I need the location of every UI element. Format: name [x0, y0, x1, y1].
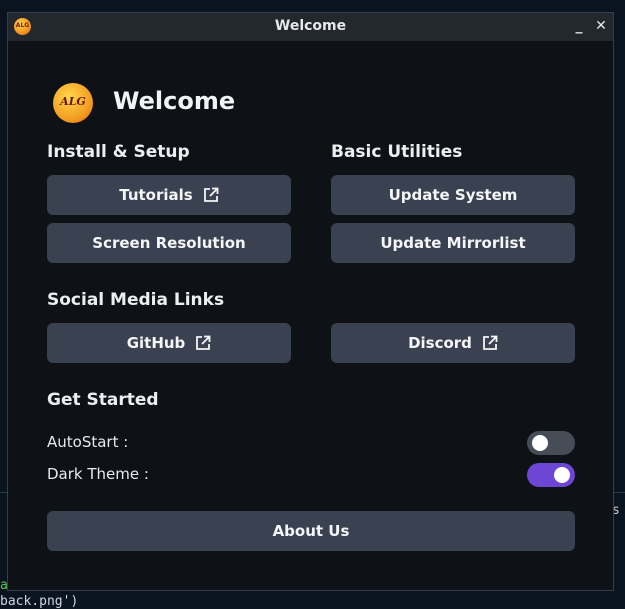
terminal-bottom-text: back.png'): [0, 594, 79, 609]
github-label: GitHub: [126, 334, 186, 352]
logo-text: ALG: [60, 95, 86, 108]
close-icon[interactable]: ✕: [593, 18, 609, 34]
update-system-label: Update System: [388, 186, 518, 204]
about-us-button[interactable]: About Us: [47, 511, 575, 551]
toggle-knob: [554, 467, 570, 483]
toggle-knob: [532, 435, 548, 451]
external-link-icon: [482, 335, 498, 351]
discord-label: Discord: [408, 334, 472, 352]
alg-logo-icon: ALG: [53, 83, 93, 123]
autostart-toggle[interactable]: [527, 431, 575, 455]
social-media-heading: Social Media Links: [47, 290, 225, 310]
screen-resolution-button[interactable]: Screen Resolution: [47, 223, 291, 263]
dark-theme-toggle[interactable]: [527, 463, 575, 487]
tutorials-label: Tutorials: [119, 186, 193, 204]
window-title: Welcome: [274, 18, 347, 34]
screen-resolution-label: Screen Resolution: [92, 234, 246, 252]
install-setup-heading: Install & Setup: [47, 142, 190, 162]
discord-button[interactable]: Discord: [331, 323, 575, 363]
get-started-heading: Get Started: [47, 390, 159, 410]
external-link-icon: [203, 187, 219, 203]
tutorials-button[interactable]: Tutorials: [47, 175, 291, 215]
page-title: Welcome: [113, 87, 236, 115]
welcome-window: ALG Welcome _ ✕ ALG Welcome Install & Se…: [7, 12, 614, 591]
dark-theme-label: Dark Theme :: [47, 465, 149, 483]
basic-utilities-heading: Basic Utilities: [331, 142, 463, 162]
update-mirrorlist-label: Update Mirrorlist: [380, 234, 526, 252]
title-bar[interactable]: ALG Welcome _ ✕: [8, 13, 613, 41]
about-us-label: About Us: [272, 522, 350, 540]
external-link-icon: [195, 335, 211, 351]
window-content: ALG Welcome Install & Setup Tutorials Sc…: [8, 41, 613, 592]
autostart-label: AutoStart :: [47, 433, 129, 451]
minimize-icon[interactable]: _: [571, 18, 587, 34]
github-button[interactable]: GitHub: [47, 323, 291, 363]
update-mirrorlist-button[interactable]: Update Mirrorlist: [331, 223, 575, 263]
update-system-button[interactable]: Update System: [331, 175, 575, 215]
